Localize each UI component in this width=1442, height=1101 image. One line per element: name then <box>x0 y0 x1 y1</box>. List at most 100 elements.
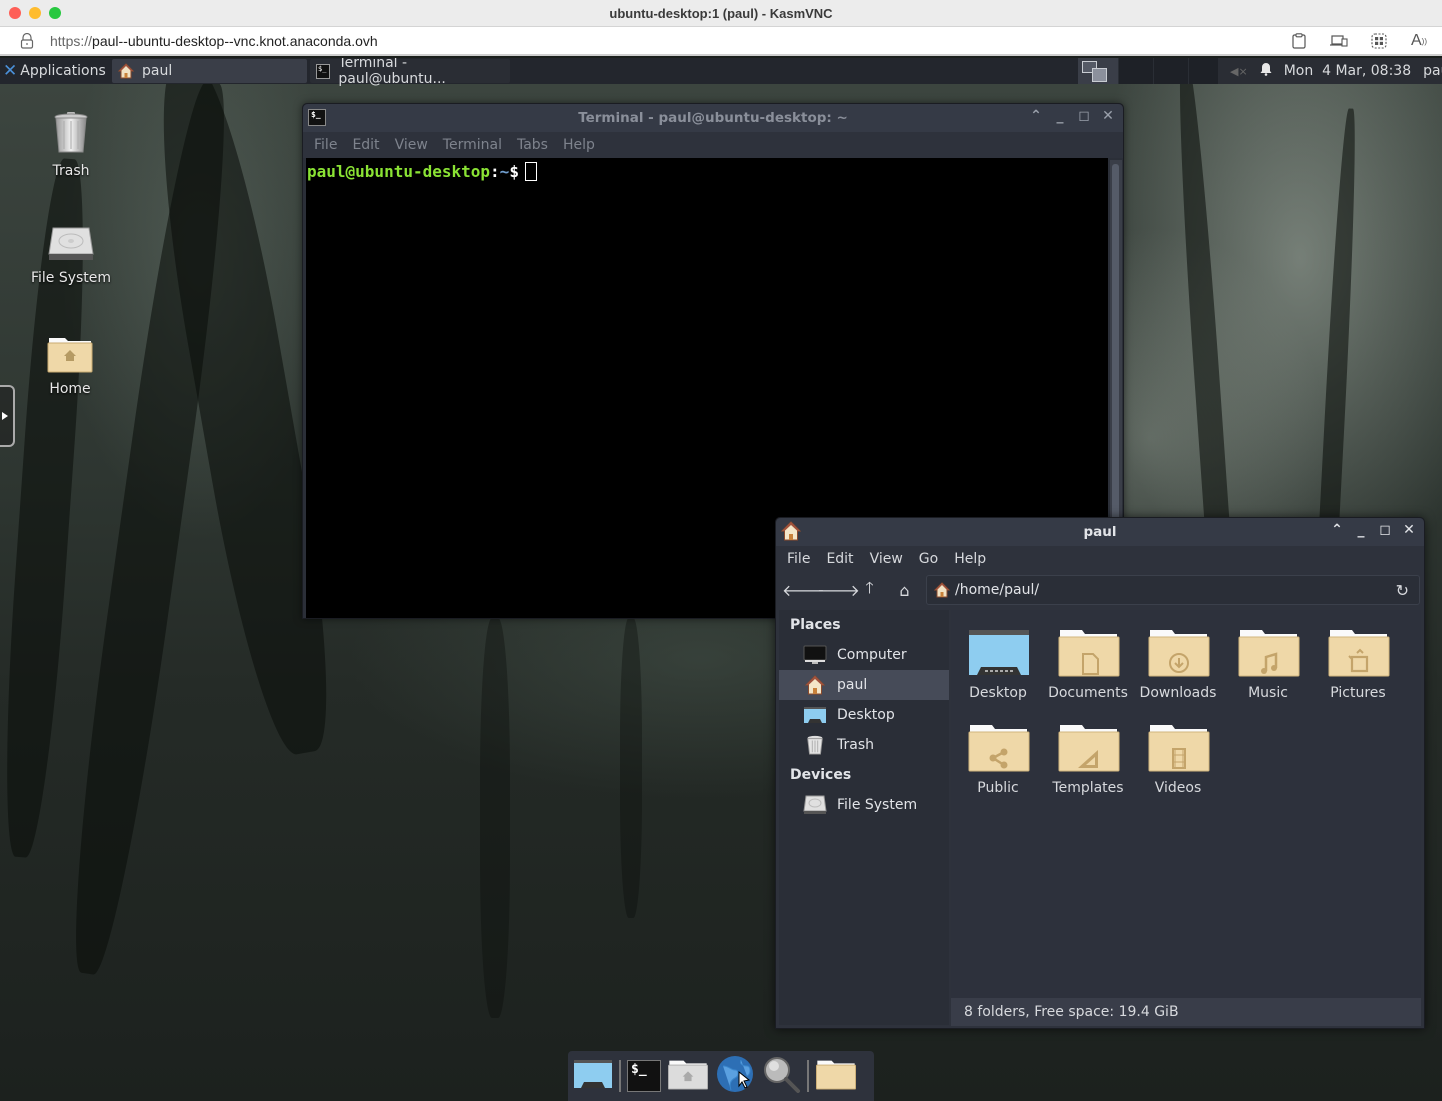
workspace-4[interactable] <box>1188 58 1218 84</box>
maximize-button[interactable]: ◻ <box>1378 522 1392 538</box>
folder-item[interactable]: Desktop <box>953 628 1043 701</box>
desktop-icon-home[interactable]: Home <box>20 335 120 397</box>
clock[interactable]: Mon 4 Mar, 08:38 <box>1284 63 1411 79</box>
window-controls <box>9 7 61 19</box>
workspace-2[interactable] <box>1118 58 1153 84</box>
home-icon <box>804 675 826 695</box>
folder-item[interactable]: Videos <box>1133 723 1223 796</box>
shade-button[interactable]: ⌃ <box>1330 522 1344 538</box>
menu-edit[interactable]: Edit <box>352 137 379 153</box>
back-arrow-icon[interactable]: 🡐 <box>782 580 825 600</box>
zoom-window-button[interactable] <box>49 7 61 19</box>
download-folder-icon <box>1148 630 1210 677</box>
url-text[interactable]: https://paul--ubuntu-desktop--vnc.knot.a… <box>50 33 378 49</box>
system-tray: ◀× Mon 4 Mar, 08:38 paul <box>1218 58 1442 84</box>
notification-bell-icon[interactable] <box>1260 62 1272 80</box>
dock-separator <box>619 1060 621 1092</box>
web-browser-icon[interactable] <box>715 1054 755 1098</box>
video-folder-icon <box>1148 725 1210 772</box>
xfce-logo-icon: ✕ <box>3 61 18 81</box>
file-manager-window: paul ⌃ _ ◻ ✕ File Edit View Go Help 🡐 🡒 … <box>775 517 1425 1029</box>
sidebar-item-file-system[interactable]: File System <box>779 790 949 820</box>
maximize-button[interactable]: ◻ <box>1077 108 1091 124</box>
devices-icon[interactable] <box>1330 32 1348 50</box>
minimize-button[interactable]: _ <box>1354 522 1368 538</box>
location-bar[interactable]: /home/paul/ ↻ <box>926 575 1420 605</box>
folder-item[interactable]: Downloads <box>1133 628 1223 701</box>
folder-item[interactable]: Templates <box>1043 723 1133 796</box>
top-panel: ✕ Applications ⋮ paul $_ Terminal - paul… <box>0 58 1442 87</box>
workspace-1[interactable] <box>1078 58 1118 84</box>
minimize-window-button[interactable] <box>29 7 41 19</box>
refresh-icon[interactable]: ↻ <box>1396 581 1409 600</box>
forward-arrow-icon[interactable]: 🡒 <box>817 580 860 600</box>
close-button[interactable]: ✕ <box>1101 108 1115 124</box>
drive-icon <box>803 795 827 814</box>
menu-file[interactable]: File <box>787 551 810 567</box>
trash-icon <box>54 112 88 153</box>
menu-tabs[interactable]: Tabs <box>517 137 548 153</box>
read-aloud-icon[interactable]: A)) <box>1410 32 1428 50</box>
dock: $_ <box>568 1051 874 1101</box>
apps-icon[interactable] <box>1370 32 1388 50</box>
menu-go[interactable]: Go <box>919 551 938 567</box>
side-panel-handle[interactable] <box>0 385 15 447</box>
lock-icon <box>20 33 34 49</box>
show-desktop-icon[interactable] <box>573 1059 613 1093</box>
sidebar-item-trash[interactable]: Trash <box>779 730 949 760</box>
folder-label: Pictures <box>1330 685 1386 701</box>
terminal-icon[interactable]: $_ <box>627 1060 661 1092</box>
folder-label: Templates <box>1052 780 1124 796</box>
desktop-icon-trash[interactable]: Trash <box>21 111 121 179</box>
home-folder-icon <box>47 338 93 373</box>
shade-button[interactable]: ⌃ <box>1029 108 1043 124</box>
dock-separator <box>807 1060 809 1092</box>
menu-help[interactable]: Help <box>563 137 595 153</box>
home-icon <box>118 63 134 79</box>
sidebar-header-devices: Devices <box>790 767 852 783</box>
sidebar-item-desktop[interactable]: Desktop <box>779 700 949 730</box>
computer-icon <box>803 645 827 664</box>
minimize-button[interactable]: _ <box>1053 108 1067 124</box>
folder-item[interactable]: Public <box>953 723 1043 796</box>
file-manager-menu-bar: File Edit View Go Help <box>776 546 1424 572</box>
menu-help[interactable]: Help <box>954 551 986 567</box>
applications-menu[interactable]: ✕ Applications ⋮ <box>0 61 119 81</box>
close-button[interactable]: ✕ <box>1402 522 1416 538</box>
desktop-icon-file-system[interactable]: File System <box>21 226 121 286</box>
folder-item[interactable]: Music <box>1223 628 1313 701</box>
volume-muted-icon[interactable]: ◀× <box>1230 65 1248 78</box>
close-window-button[interactable] <box>9 7 21 19</box>
home-icon <box>934 582 950 598</box>
sidebar-item-computer[interactable]: Computer <box>779 640 949 670</box>
folder-icon[interactable] <box>815 1058 857 1094</box>
terminal-title-bar[interactable]: $_ Terminal - paul@ubuntu-desktop: ~ ⌃ _… <box>303 104 1123 132</box>
address-bar[interactable]: https://paul--ubuntu-desktop--vnc.knot.a… <box>0 27 1442 56</box>
folder-item[interactable]: Pictures <box>1313 628 1403 701</box>
menu-view[interactable]: View <box>870 551 903 567</box>
taskbar-item-terminal[interactable]: $_ Terminal - paul@ubuntu... <box>310 58 510 87</box>
folder-item[interactable]: Documents <box>1043 628 1133 701</box>
prompt-sep: : <box>490 162 500 181</box>
menu-view[interactable]: View <box>395 137 428 153</box>
sidebar-item-paul[interactable]: paul <box>779 670 949 700</box>
up-arrow-icon[interactable]: 🡑 <box>852 577 887 604</box>
prompt-symbol: $ <box>509 162 519 181</box>
taskbar-item-file-manager[interactable]: paul <box>112 59 307 83</box>
file-manager-toolbar: 🡐 🡒 🡑 ⌂ /home/paul/ ↻ <box>776 572 1424 608</box>
folder-view[interactable]: Desktop Documents Downloads Music Pictures Pu… <box>951 610 1421 998</box>
home-folder-icon[interactable] <box>667 1058 709 1094</box>
menu-file[interactable]: File <box>314 137 337 153</box>
menu-edit[interactable]: Edit <box>826 551 853 567</box>
user-menu[interactable]: paul <box>1423 63 1442 79</box>
desktop-folder-icon <box>969 630 1029 675</box>
clipboard-icon[interactable] <box>1290 32 1308 50</box>
folder-label: Music <box>1248 685 1288 701</box>
workspace-3[interactable] <box>1153 58 1188 84</box>
menu-terminal[interactable]: Terminal <box>443 137 502 153</box>
home-button-icon[interactable]: ⌂ <box>887 581 922 600</box>
file-manager-title-bar[interactable]: paul ⌃ _ ◻ ✕ <box>776 518 1424 546</box>
search-icon[interactable] <box>761 1055 801 1097</box>
terminal-icon: $_ <box>308 109 326 126</box>
browser-title-bar: ubuntu-desktop:1 (paul) - KasmVNC <box>0 0 1442 27</box>
